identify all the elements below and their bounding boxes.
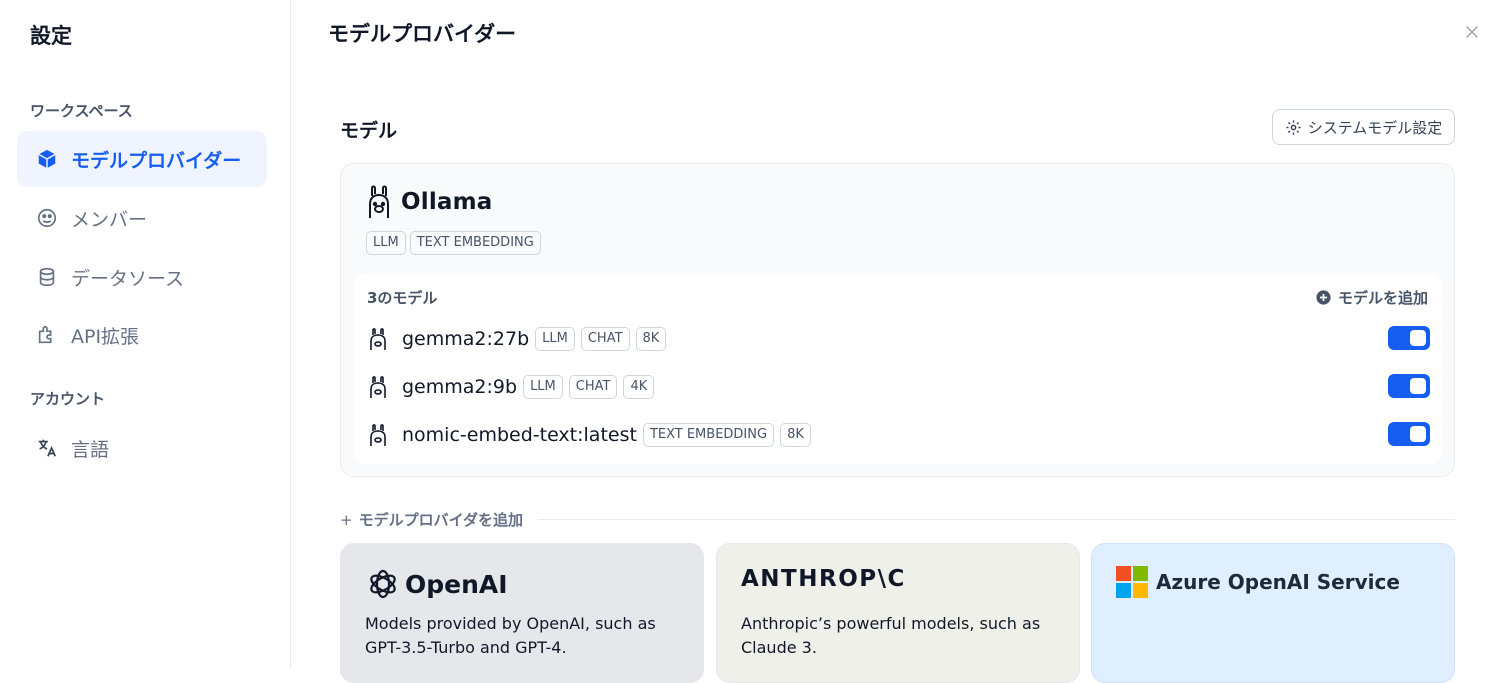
provider-card-openai[interactable]: OpenAI Models provided by OpenAI, such a… <box>340 543 704 683</box>
add-provider-heading: + モデルプロバイダを追加 <box>340 509 523 530</box>
provider-tags: LLM TEXT EMBEDDING <box>366 231 541 255</box>
llama-icon <box>370 328 386 350</box>
close-icon[interactable] <box>1460 20 1484 44</box>
provider-description: Models provided by OpenAI, such as GPT-3… <box>365 614 656 657</box>
sidebar-item-api-extension[interactable]: API拡張 <box>17 307 267 363</box>
sidebar-item-model-provider[interactable]: モデルプロバイダー <box>17 131 267 187</box>
provider-name: ANTHROP\C <box>741 566 906 592</box>
model-count: 3のモデル <box>367 289 438 307</box>
divider <box>538 519 1455 520</box>
provider-name: Ollama <box>401 189 493 215</box>
model-tag: CHAT <box>580 327 630 351</box>
llama-icon <box>369 185 389 218</box>
llama-icon <box>370 424 386 446</box>
sidebar-item-label: API拡張 <box>71 325 140 348</box>
add-provider-label: モデルプロバイダを追加 <box>358 511 523 529</box>
system-model-settings-button[interactable]: システムモデル設定 <box>1272 109 1455 145</box>
anthropic-logo: ANTHROP\C <box>741 566 906 592</box>
provider-tag: TEXT EMBEDDING <box>409 231 541 255</box>
gear-icon <box>1286 119 1301 135</box>
model-tag: LLM <box>535 327 575 351</box>
page-title: モデルプロバイダー <box>328 22 517 46</box>
model-name: gemma2:9b <box>402 376 518 398</box>
azure-logo: Azure OpenAI Service <box>1116 566 1400 598</box>
database-icon <box>35 265 59 289</box>
model-tag: LLM <box>523 375 563 399</box>
list-item: gemma2:9b LLM CHAT 4K <box>368 372 1430 402</box>
model-enabled-toggle[interactable] <box>1388 374 1430 398</box>
provider-name: OpenAI <box>405 569 508 599</box>
model-enabled-toggle[interactable] <box>1388 326 1430 350</box>
llama-icon <box>370 376 386 398</box>
sidebar-item-label: メンバー <box>71 208 148 231</box>
openai-icon <box>370 569 396 599</box>
sidebar-item-members[interactable]: メンバー <box>17 190 267 246</box>
ollama-logo: Ollama <box>365 184 493 220</box>
translate-icon <box>35 436 59 460</box>
microsoft-icon <box>1116 566 1148 598</box>
model-tag: TEXT EMBEDDING <box>642 423 775 447</box>
sidebar-item-language[interactable]: 言語 <box>17 420 267 476</box>
provider-description: Anthropic’s powerful models, such as Cla… <box>741 614 1041 657</box>
section-account: アカウント <box>30 390 106 408</box>
model-tag: 8K <box>635 327 667 351</box>
models-section-title: モデル <box>340 120 398 142</box>
list-item: nomic-embed-text:latest TEXT EMBEDDING 8… <box>368 420 1430 450</box>
model-tag: 4K <box>623 375 655 399</box>
provider-tag: LLM <box>366 231 406 255</box>
sidebar-item-label: データソース <box>71 267 185 290</box>
puzzle-icon <box>35 323 59 347</box>
provider-card-azure[interactable]: Azure OpenAI Service <box>1091 543 1455 683</box>
sidebar-item-label: 言語 <box>71 438 110 461</box>
sidebar-item-label: モデルプロバイダー <box>71 149 242 172</box>
provider-name: Azure OpenAI Service <box>1156 570 1400 594</box>
sidebar-item-data-source[interactable]: データソース <box>17 249 267 305</box>
plus-circle-icon <box>1316 290 1331 305</box>
cube-icon <box>35 147 59 171</box>
members-icon <box>35 206 59 230</box>
model-name: nomic-embed-text:latest <box>402 424 637 446</box>
add-model-label: モデルを追加 <box>1337 289 1428 307</box>
plus-icon: + <box>340 510 353 529</box>
sidebar-title: 設定 <box>30 24 72 48</box>
model-list: 3のモデル モデルを追加 gemma2:27b LLM CHAT 8K gemm… <box>354 273 1442 464</box>
model-enabled-toggle[interactable] <box>1388 422 1430 446</box>
model-name: gemma2:27b <box>402 328 530 350</box>
model-tag: CHAT <box>568 375 618 399</box>
openai-logo: OpenAI <box>365 566 508 602</box>
list-item: gemma2:27b LLM CHAT 8K <box>368 324 1430 354</box>
provider-card-ollama: Ollama LLM TEXT EMBEDDING 3のモデル モデルを追加 g… <box>340 163 1455 477</box>
provider-card-anthropic[interactable]: ANTHROP\C Anthropic’s powerful models, s… <box>716 543 1080 683</box>
add-model-button[interactable]: モデルを追加 <box>1315 287 1428 308</box>
system-model-settings-label: システムモデル設定 <box>1307 118 1443 137</box>
settings-sidebar: 設定 ワークスペース モデルプロバイダー メンバー データソース API拡張 ア… <box>0 0 291 669</box>
section-workspace: ワークスペース <box>30 102 133 120</box>
model-tag: 8K <box>780 423 811 447</box>
